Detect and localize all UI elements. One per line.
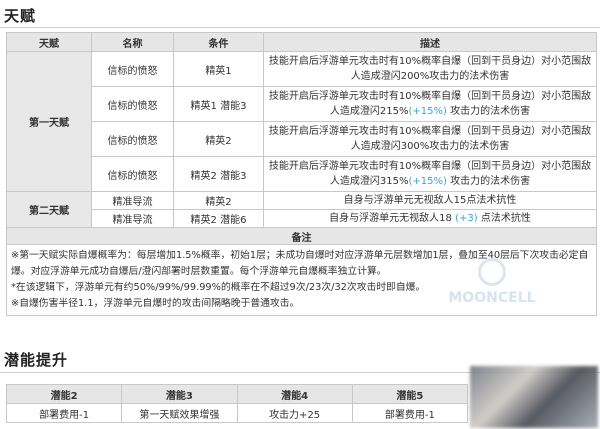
- talent-skill-name: 信标的愤怒: [91, 156, 174, 192]
- potential-header: 潜能3: [121, 384, 238, 404]
- desc-text: 攻击力的法术伤害: [450, 176, 531, 187]
- desc-text: 攻击力的法术伤害: [450, 106, 531, 117]
- talent-group-name: 第一天赋: [6, 51, 92, 192]
- potential-header: 潜能2: [5, 384, 123, 404]
- header-talent: 天赋: [6, 32, 92, 52]
- table-row: 信标的愤怒 精英2 潜能3 技能开启后浮游单元攻击时有10%概率自爆（回到干员身…: [7, 156, 597, 192]
- header-name: 名称: [91, 32, 174, 52]
- talent-skill-name: 信标的愤怒: [91, 51, 174, 87]
- talent-condition: 精英2: [173, 191, 264, 210]
- potential-value: 第一天赋效果增强: [121, 403, 238, 423]
- potential-value: 部署费用-1: [5, 403, 123, 423]
- notes-row: ※第一天赋实际自爆概率为：每层增加1.5%概率，初始1层；未成功自爆时对应浮游单…: [6, 244, 597, 316]
- table-row: 信标的愤怒 精英2 技能开启后浮游单元攻击时有10%概率自爆（回到干员身边）对小…: [7, 121, 597, 157]
- talent-condition: 精英1 潜能3: [173, 86, 264, 122]
- desc-increase: (+15%): [408, 106, 447, 117]
- potential-value-row: 部署费用-1 第一天赋效果增强 攻击力+25 部署费用-1: [5, 403, 469, 423]
- potential-value: 部署费用-1: [351, 403, 469, 423]
- talent-skill-name: 信标的愤怒: [91, 121, 174, 157]
- notes-body: ※第一天赋实际自爆概率为：每层增加1.5%概率，初始1层；未成功自爆时对应浮游单…: [6, 244, 597, 316]
- talent-skill-name: 精准导流: [91, 191, 174, 210]
- desc-increase: (+3): [455, 213, 478, 224]
- talent-condition: 精英2: [173, 121, 264, 157]
- note-line: ※第一天赋实际自爆概率为：每层增加1.5%概率，初始1层；未成功自爆时对应浮游单…: [11, 250, 589, 277]
- desc-text: 技能开启后浮游单元攻击时有10%概率自爆（回到干员身边）对小范围敌人造成澄闪20…: [268, 56, 592, 82]
- talent-condition: 精英2 潜能6: [173, 209, 264, 228]
- desc-increase: (+15%): [408, 176, 447, 187]
- talent-description: 技能开启后浮游单元攻击时有10%概率自爆（回到干员身边）对小范围敌人造成澄闪21…: [263, 86, 597, 122]
- talent-group-name: 第二天赋: [6, 191, 92, 228]
- talent-description: 自身与浮游单元无视敌人15点法术抗性: [263, 191, 597, 210]
- table-row: 信标的愤怒 精英1 潜能3 技能开启后浮游单元攻击时有10%概率自爆（回到干员身…: [7, 86, 597, 122]
- potential-header: 潜能5: [351, 384, 469, 404]
- table-row: 精准导流 精英2 潜能6 自身与浮游单元无视敌人18 (+3) 点法术抗性: [7, 209, 597, 228]
- potential-header: 潜能4: [236, 384, 353, 404]
- header-description: 描述: [263, 32, 597, 52]
- potential-value: 攻击力+25: [236, 403, 353, 423]
- note-line: *在该逻辑下，浮游单元有约50%/99%/99.99%的概率在不超过9次/23次…: [11, 282, 426, 293]
- talent-description: 技能开启后浮游单元攻击时有10%概率自爆（回到干员身边）对小范围敌人造成澄闪20…: [263, 51, 597, 87]
- blurred-thumbnail-image: [470, 366, 598, 428]
- talent-table: 天赋 名称 条件 描述 第一天赋 信标的愤怒 精英1 技能开启后浮游单元攻击时有…: [6, 32, 597, 316]
- header-condition: 条件: [173, 32, 264, 52]
- talent-description: 自身与浮游单元无视敌人18 (+3) 点法术抗性: [263, 209, 597, 228]
- potential-table: 潜能2 潜能3 潜能4 潜能5 部署费用-1 第一天赋效果增强 攻击力+25 部…: [5, 384, 469, 423]
- talent-description: 技能开启后浮游单元攻击时有10%概率自爆（回到干员身边）对小范围敌人造成澄闪31…: [263, 156, 597, 192]
- talent-condition: 精英1: [173, 51, 264, 87]
- talent-condition: 精英2 潜能3: [173, 156, 264, 192]
- notes-header-row: 备注: [6, 227, 597, 245]
- talent-table-header-row: 天赋 名称 条件 描述: [6, 32, 597, 52]
- talent-skill-name: 精准导流: [91, 209, 174, 228]
- talent-section-title: 天赋: [4, 7, 37, 25]
- talent-skill-name: 信标的愤怒: [91, 86, 174, 122]
- desc-text: 自身与浮游单元无视敌人18: [329, 213, 452, 224]
- potential-header-row: 潜能2 潜能3 潜能4 潜能5: [5, 384, 469, 404]
- section-divider: [0, 27, 600, 28]
- potential-section-title: 潜能提升: [4, 351, 69, 369]
- desc-text: 技能开启后浮游单元攻击时有10%概率自爆（回到干员身边）对小范围敌人造成澄闪30…: [268, 126, 592, 152]
- talent-description: 技能开启后浮游单元攻击时有10%概率自爆（回到干员身边）对小范围敌人造成澄闪30…: [263, 121, 597, 157]
- table-row: 第一天赋 信标的愤怒 精英1 技能开启后浮游单元攻击时有10%概率自爆（回到干员…: [6, 51, 597, 192]
- desc-text: 点法术抗性: [480, 213, 531, 224]
- table-row: 第二天赋 精准导流 精英2 自身与浮游单元无视敌人15点法术抗性: [6, 191, 597, 228]
- note-line: ※自爆伤害半径1.1，浮游单元自爆时的攻击间隔略晚于普通攻击。: [11, 298, 300, 309]
- notes-header: 备注: [6, 227, 597, 245]
- desc-text: 自身与浮游单元无视敌人15点法术抗性: [343, 195, 517, 206]
